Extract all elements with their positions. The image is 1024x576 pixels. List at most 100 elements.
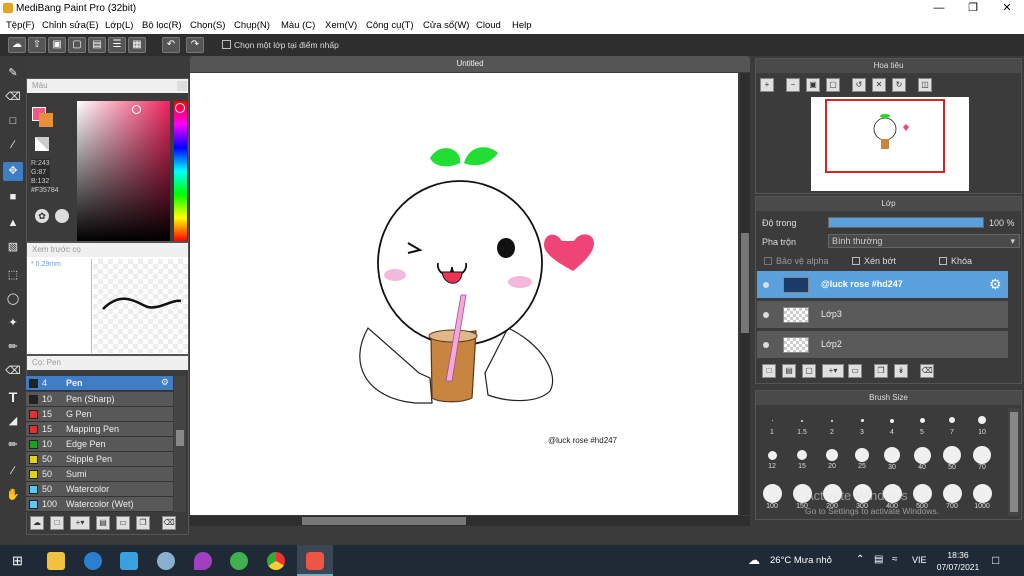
- reset-rotate-icon[interactable]: ✕: [872, 78, 886, 92]
- menu-help[interactable]: Help: [512, 20, 532, 31]
- menu-cloud[interactable]: Cloud: [476, 20, 501, 31]
- menu-window[interactable]: Cửa sổ(W): [423, 20, 469, 31]
- rotate-right-icon[interactable]: ↻: [892, 78, 906, 92]
- brush-tool-icon[interactable]: ✎: [3, 64, 23, 83]
- select-eraser-tool-icon[interactable]: ⌫: [3, 362, 23, 381]
- notification-icon[interactable]: □: [992, 553, 999, 567]
- share-icon[interactable]: ⇧: [28, 37, 46, 53]
- gradient-tool-icon[interactable]: ▧: [3, 238, 23, 257]
- text-tool-icon[interactable]: T: [3, 388, 23, 407]
- folder-icon[interactable]: ▭: [116, 516, 130, 530]
- weather-icon[interactable]: ☁: [748, 553, 760, 567]
- select-tool-icon[interactable]: ⬚: [3, 266, 23, 285]
- menu-color[interactable]: Màu (C): [281, 20, 315, 31]
- hand-tool-icon[interactable]: ✋: [3, 486, 23, 505]
- size-preset[interactable]: 1000: [967, 482, 997, 517]
- medibang-taskbar-button[interactable]: [297, 545, 333, 576]
- size-preset[interactable]: 15: [787, 444, 817, 479]
- blend-select[interactable]: Bình thường ▾: [828, 234, 1020, 248]
- brush-item[interactable]: 4 Pen ⚙: [26, 376, 173, 391]
- rotate-left-icon[interactable]: ↺: [852, 78, 866, 92]
- brush-settings-icon[interactable]: ⚙: [161, 377, 169, 388]
- move-tool-icon[interactable]: ✥: [3, 162, 23, 181]
- chrome-icon[interactable]: [267, 552, 285, 570]
- size-preset[interactable]: 7: [937, 408, 967, 443]
- brush-item[interactable]: 100 Watercolor (Wet): [26, 497, 173, 512]
- photos-icon[interactable]: [120, 552, 138, 570]
- saturation-value-picker[interactable]: [77, 101, 170, 241]
- size-preset[interactable]: 10: [967, 408, 997, 443]
- menu-layer[interactable]: Lớp(L): [105, 20, 133, 31]
- size-preset[interactable]: 1.5: [787, 408, 817, 443]
- size-preset[interactable]: 700: [937, 482, 967, 517]
- menu-select[interactable]: Chọn(S): [190, 20, 225, 31]
- zoom-in-icon[interactable]: +: [760, 78, 774, 92]
- size-preset[interactable]: 50: [937, 444, 967, 479]
- weather-text[interactable]: 26°C Mưa nhỏ: [770, 555, 832, 566]
- brush-props-icon[interactable]: ▤: [96, 516, 110, 530]
- brush-item[interactable]: 10 Edge Pen: [26, 437, 173, 452]
- drawing-canvas[interactable]: @luck rose #hd247: [190, 73, 738, 515]
- sub-color-swatch[interactable]: [39, 113, 53, 127]
- language-indicator[interactable]: VIE: [912, 555, 927, 565]
- eyedropper-tool-icon[interactable]: ✏: [3, 436, 23, 455]
- doc-icon[interactable]: ▤: [88, 37, 106, 53]
- dot-tool-icon[interactable]: ∕: [3, 136, 23, 155]
- size-preset[interactable]: 2: [817, 408, 847, 443]
- duplicate-icon[interactable]: ❐: [136, 516, 150, 530]
- brush-item[interactable]: 50 Sumi: [26, 467, 173, 482]
- cloud-icon[interactable]: ☁: [8, 37, 26, 53]
- hue-slider[interactable]: [174, 101, 187, 241]
- fit-icon[interactable]: ▣: [806, 78, 820, 92]
- brush-item[interactable]: 10 Pen (Sharp): [26, 392, 173, 407]
- lasso-tool-icon[interactable]: ◯: [3, 290, 23, 309]
- menu-edit[interactable]: Chỉnh sửa(E): [42, 20, 99, 31]
- restore-icon[interactable]: ❐: [956, 0, 990, 17]
- lock-checkbox[interactable]: [939, 257, 947, 265]
- menu-tools[interactable]: Công cụ(T): [366, 20, 414, 31]
- visibility-icon[interactable]: [763, 342, 769, 348]
- transparent-swatch[interactable]: [35, 137, 49, 151]
- navigator-thumbnail[interactable]: [811, 97, 969, 191]
- add-brush-icon[interactable]: +▾: [70, 516, 90, 530]
- trash-icon[interactable]: ⌫: [162, 516, 176, 530]
- magic-wand-tool-icon[interactable]: ✦: [3, 314, 23, 333]
- rectangle-tool-icon[interactable]: □: [3, 112, 23, 131]
- clip-icon[interactable]: [230, 552, 248, 570]
- size-preset[interactable]: 25: [847, 444, 877, 479]
- layer-row[interactable]: Lớp2: [757, 331, 1008, 359]
- brush-item[interactable]: 50 Stipple Pen: [26, 452, 173, 467]
- new-halftone-layer-icon[interactable]: ▤: [782, 364, 796, 378]
- hue-handle[interactable]: [175, 103, 185, 113]
- eraser-tool-icon[interactable]: ⌫: [3, 88, 23, 107]
- palette-icon[interactable]: ✿: [35, 209, 49, 223]
- document-tab[interactable]: Untitled: [190, 56, 750, 72]
- tray-chevron-icon[interactable]: ⌃: [856, 554, 864, 565]
- zalo-icon[interactable]: [84, 552, 102, 570]
- canvas-hscroll[interactable]: [190, 516, 750, 526]
- visibility-icon[interactable]: [763, 312, 769, 318]
- delete-layer-icon[interactable]: ⌫: [920, 364, 934, 378]
- size-preset[interactable]: 5: [907, 408, 937, 443]
- clock[interactable]: 18:36 07/07/2021: [936, 549, 980, 573]
- duplicate-layer-icon[interactable]: ❐: [874, 364, 888, 378]
- ibis-icon[interactable]: [194, 552, 212, 570]
- size-preset[interactable]: 4: [877, 408, 907, 443]
- network-icon[interactable]: ▤: [874, 554, 883, 565]
- brush-list-scrollbar[interactable]: [174, 376, 186, 512]
- size-preset[interactable]: 40: [907, 444, 937, 479]
- new-layer-icon[interactable]: □: [762, 364, 776, 378]
- new-brush-icon[interactable]: □: [50, 516, 64, 530]
- menu-file[interactable]: Tệp(F): [6, 20, 35, 31]
- brush-size-scrollbar[interactable]: [1008, 408, 1020, 516]
- layer-row[interactable]: @luck rose #hd247 ⚙: [757, 271, 1008, 299]
- select-layer-checkbox[interactable]: [222, 40, 231, 49]
- canvas-vscroll[interactable]: [740, 73, 750, 515]
- color-picker-handle[interactable]: [132, 105, 141, 114]
- redo-icon[interactable]: ↷: [186, 37, 204, 53]
- panel-close-icon[interactable]: [177, 81, 187, 91]
- size-preset[interactable]: 20: [817, 444, 847, 479]
- wifi-icon[interactable]: ≈: [892, 554, 898, 565]
- size-preset[interactable]: 1: [757, 408, 787, 443]
- size-preset[interactable]: 3: [847, 408, 877, 443]
